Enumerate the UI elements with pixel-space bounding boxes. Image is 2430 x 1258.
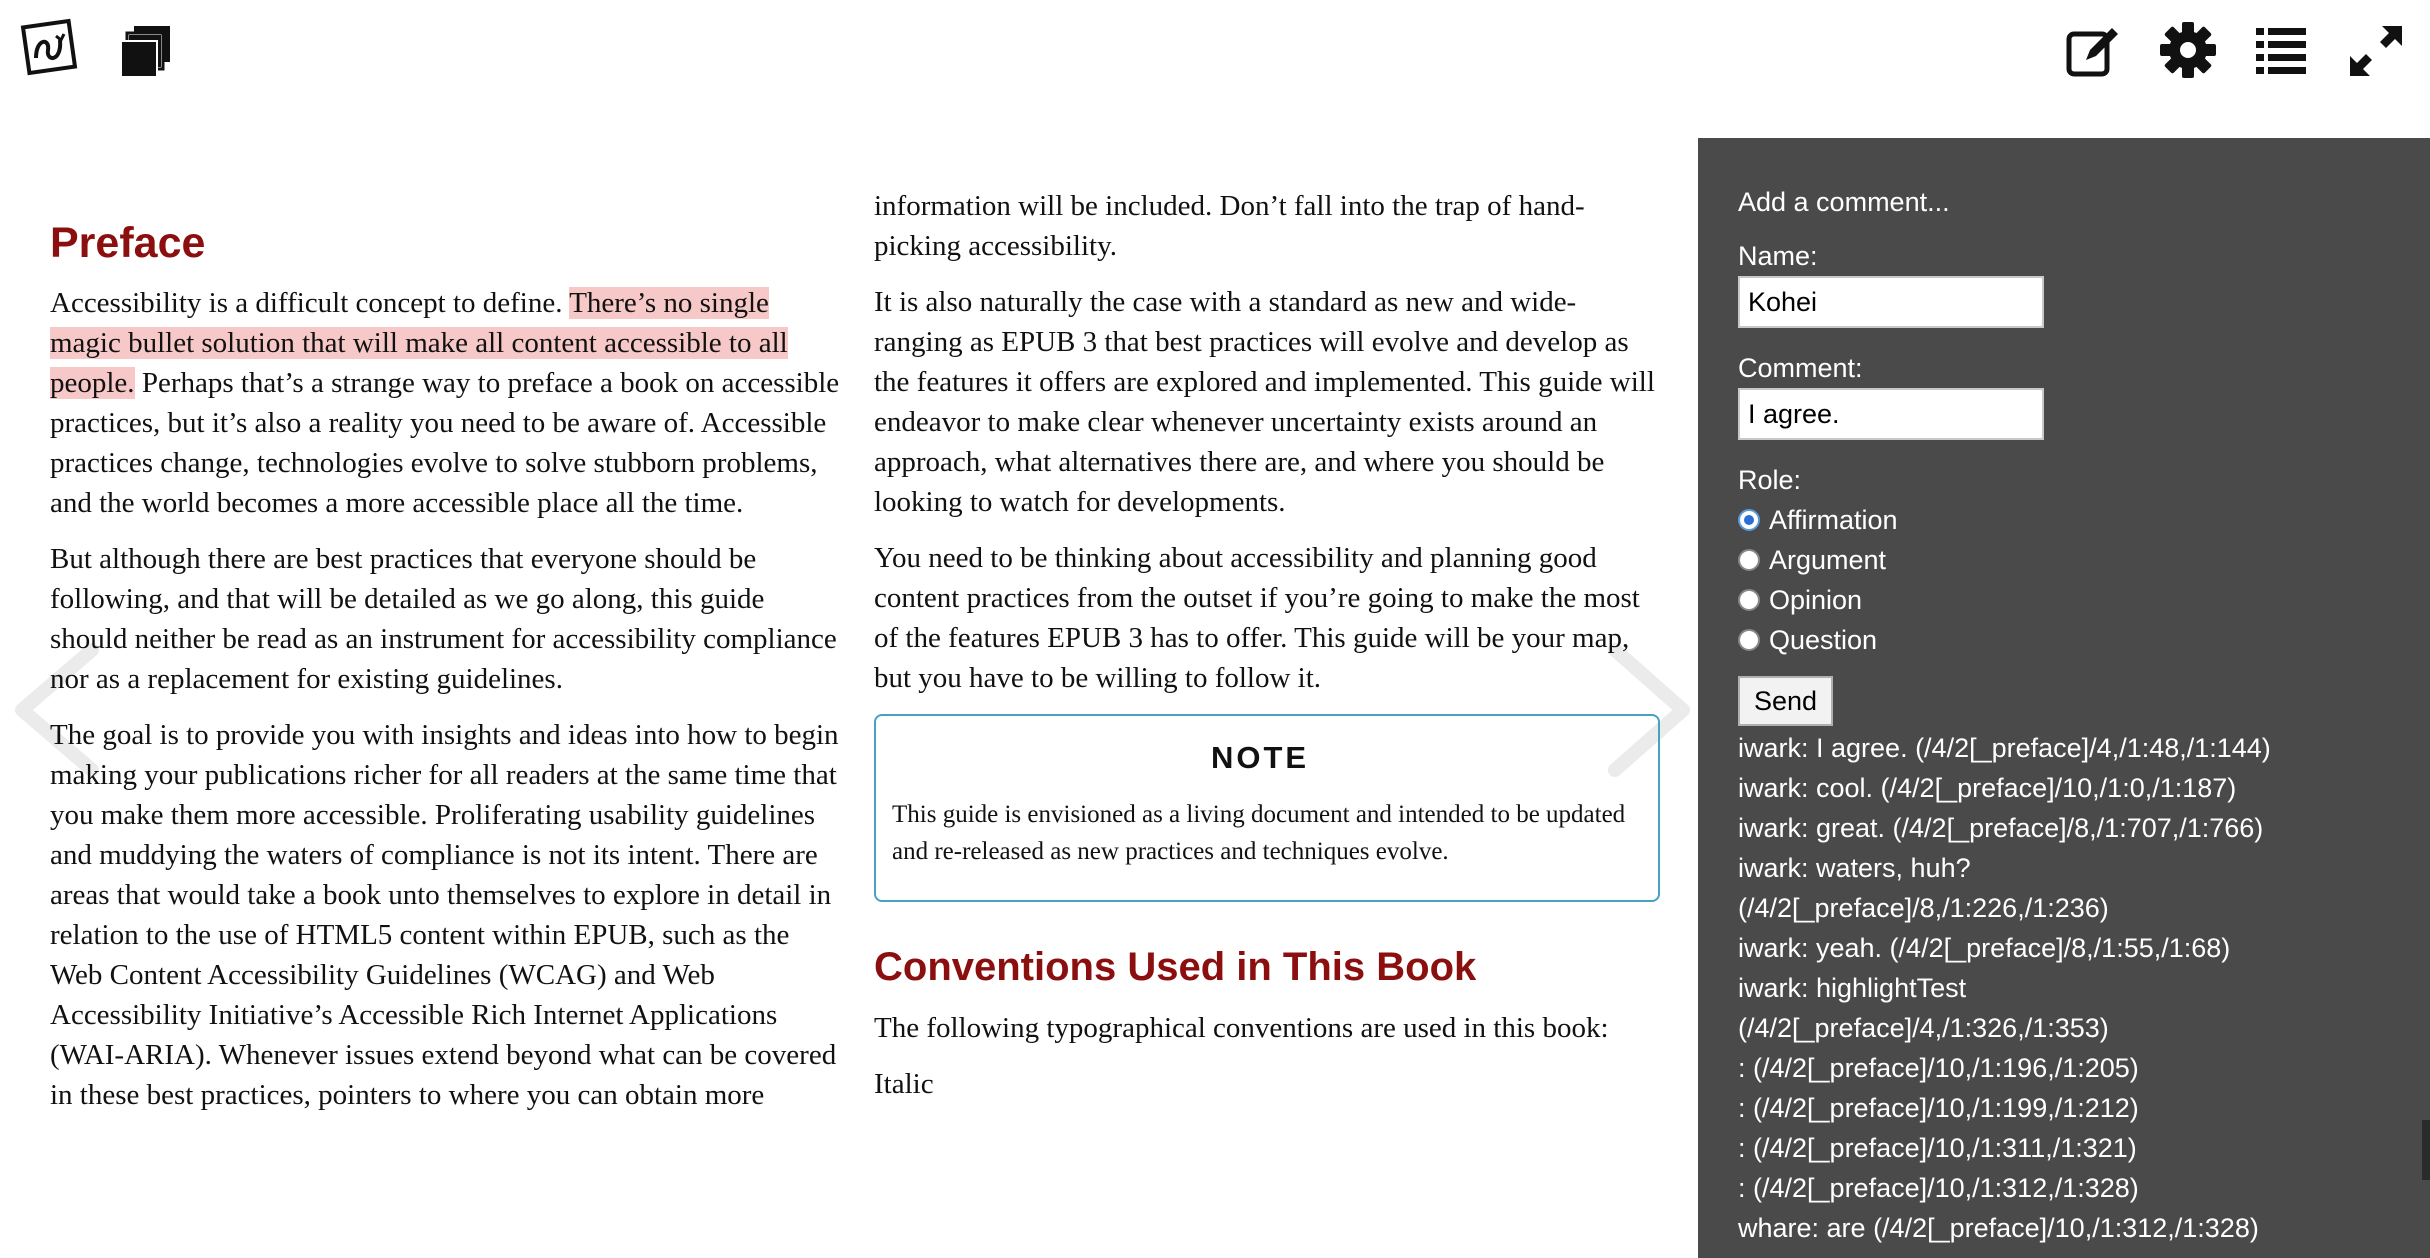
name-label: Name: — [1738, 241, 1818, 271]
paragraph-5: You need to be thinking about accessibil… — [874, 542, 1640, 694]
conventions-heading: Conventions Used in This Book — [874, 945, 1477, 989]
paragraph-1-end: Perhaps that’s a strange way to preface … — [50, 367, 840, 519]
fullscreen-icon[interactable] — [2348, 24, 2404, 78]
role-option-argument[interactable]: Argument — [1738, 540, 2430, 580]
book-column-left: Preface Accessibility is a difficult con… — [50, 215, 840, 1131]
name-input[interactable] — [1738, 276, 2044, 328]
list-item[interactable]: iwark: highlightTest — [1738, 968, 2418, 1008]
list-item[interactable]: : (/4/2[_preface]/10,/1:311,/1:321) — [1738, 1128, 2418, 1168]
list-item[interactable]: whare: are (/4/2[_preface]/10,/1:312,/1:… — [1738, 1208, 2418, 1248]
toc-icon[interactable] — [2254, 24, 2308, 78]
comment-list: iwark: I agree. (/4/2[_preface]/4,/1:48,… — [1738, 728, 2430, 1248]
book-column-right: information will be included. Don’t fall… — [874, 186, 1660, 1120]
annotate-icon[interactable] — [2064, 22, 2122, 80]
role-option-label: Argument — [1769, 545, 1887, 575]
comment-label: Comment: — [1738, 353, 1863, 383]
role-option-affirmation[interactable]: Affirmation — [1738, 500, 2430, 540]
reader-logo-icon[interactable] — [20, 18, 80, 82]
paragraph-1: Accessibility is a difficult concept to … — [50, 283, 840, 523]
radio-button[interactable] — [1738, 589, 1760, 611]
paragraph-6: The following typographical conventions … — [874, 1012, 1609, 1044]
list-item[interactable]: : (/4/2[_preface]/10,/1:199,/1:212) — [1738, 1088, 2418, 1128]
reader-toolbar — [0, 0, 2430, 110]
role-option-opinion[interactable]: Opinion — [1738, 580, 2430, 620]
list-item[interactable]: : (/4/2[_preface]/10,/1:312,/1:328) — [1738, 1168, 2418, 1208]
library-icon[interactable] — [116, 22, 176, 82]
italic-term: Italic — [874, 1068, 934, 1100]
note-title: NOTE — [1210, 740, 1310, 775]
list-item[interactable]: : (/4/2[_preface]/10,/1:196,/1:205) — [1738, 1048, 2418, 1088]
radio-button[interactable] — [1738, 509, 1760, 531]
scrollbar-thumb[interactable] — [2422, 1120, 2430, 1180]
list-item[interactable]: (/4/2[_preface]/4,/1:326,/1:353) — [1738, 1008, 2418, 1048]
list-item[interactable]: iwark: cool. (/4/2[_preface]/10,/1:0,/1:… — [1738, 768, 2418, 808]
paragraph-3: The goal is to provide you with insights… — [50, 719, 839, 1111]
role-radio-group: Affirmation Argument Opinion Question — [1738, 500, 2430, 660]
list-item[interactable]: iwark: great. (/4/2[_preface]/8,/1:707,/… — [1738, 808, 2418, 848]
list-item[interactable]: (/4/2[_preface]/8,/1:226,/1:236) — [1738, 888, 2418, 928]
preface-heading: Preface — [50, 219, 206, 267]
paragraph-3-continued: information will be included. Don’t fall… — [874, 190, 1585, 262]
role-option-label: Question — [1769, 625, 1878, 655]
comment-panel: Add a comment... Name: Comment: Role: Af… — [1698, 138, 2430, 1258]
comment-input[interactable] — [1738, 388, 2044, 440]
list-item[interactable]: iwark: I agree. (/4/2[_preface]/4,/1:48,… — [1738, 728, 2418, 768]
paragraph-2: But although there are best practices th… — [50, 543, 837, 695]
paragraph-4: It is also naturally the case with a sta… — [874, 286, 1655, 518]
role-option-question[interactable]: Question — [1738, 620, 2430, 660]
panel-heading: Add a comment... — [1738, 187, 1950, 217]
note-text: This guide is envisioned as a living doc… — [892, 801, 1626, 865]
note-box: NOTE This guide is envisioned as a livin… — [874, 714, 1660, 902]
settings-icon[interactable] — [2158, 20, 2218, 80]
radio-button[interactable] — [1738, 629, 1760, 651]
radio-button[interactable] — [1738, 549, 1760, 571]
paragraph-1-start: Accessibility is a difficult concept to … — [50, 287, 570, 319]
list-item[interactable]: iwark: waters, huh? — [1738, 848, 2418, 888]
role-option-label: Opinion — [1769, 585, 1863, 615]
send-button[interactable]: Send — [1738, 676, 1834, 726]
list-item[interactable]: iwark: yeah. (/4/2[_preface]/8,/1:55,/1:… — [1738, 928, 2418, 968]
role-option-label: Affirmation — [1769, 505, 1898, 535]
role-label: Role: — [1738, 465, 1802, 495]
